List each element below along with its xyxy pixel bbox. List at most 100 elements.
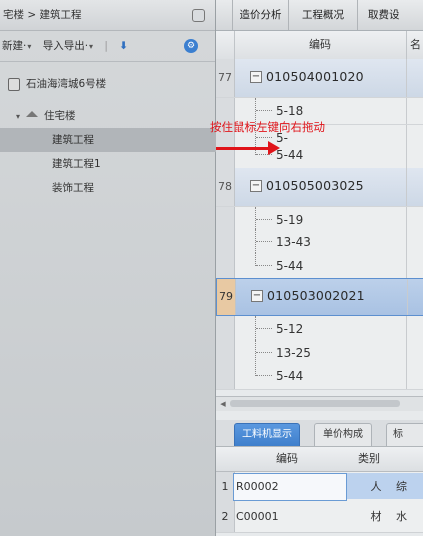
house-icon (26, 111, 38, 117)
resource-row[interactable]: 1 R00002 人 综 (216, 472, 423, 503)
tree-line (256, 241, 272, 242)
name-cell (406, 316, 423, 342)
table-row[interactable]: 78 − 010505003025 (216, 168, 423, 207)
item-code: 010504001020 (266, 69, 364, 84)
collapse-icon[interactable]: ▾ (16, 105, 26, 129)
lock-icon[interactable] (192, 9, 205, 22)
table-row-selected[interactable]: 79 − 010503002021 (216, 278, 423, 316)
name-cell (406, 253, 423, 279)
name-cell (406, 98, 423, 124)
name-cell (406, 229, 423, 255)
table-row[interactable]: 5-44 (216, 253, 423, 280)
tree-line (256, 352, 272, 353)
name-cell (406, 363, 423, 389)
top-tab-bar: 造价分析 工程概况 取费设 (216, 0, 423, 31)
scroll-left-icon[interactable]: ◀ (218, 399, 228, 409)
tree-node-label: 装饰工程 (52, 182, 94, 194)
import-export-menu-button[interactable]: 导入导出· (43, 40, 93, 52)
quota-code: 5-19 (276, 213, 304, 227)
resource-code: R00002 (236, 480, 279, 493)
new-menu-button[interactable]: 新建· (2, 40, 31, 52)
quota-code: 5-12 (276, 322, 304, 336)
resource-name: 综 (396, 480, 407, 493)
arrowhead-icon (268, 141, 280, 155)
tree-node-label: 建筑工程1 (52, 158, 101, 170)
quota-code: 5-44 (276, 259, 304, 273)
tree-line (256, 328, 272, 329)
drag-instruction-annotation: 按住鼠标左键向右拖动 (210, 120, 325, 134)
drag-arrow-icon (216, 147, 270, 150)
resource-type: 材 (370, 510, 382, 523)
boq-panel: 造价分析 工程概况 取费设 编码 名 77 − 010504001020 5-1… (216, 0, 423, 536)
row-number (216, 363, 235, 389)
resource-code: C00001 (236, 510, 279, 523)
name-cell (406, 59, 423, 97)
name-column-header[interactable]: 名 (406, 31, 423, 59)
type-column-header[interactable]: 类别 (358, 447, 380, 471)
table-row[interactable]: 13-43 (216, 229, 423, 256)
collapse-icon[interactable]: − (250, 180, 262, 192)
tab-project-overview[interactable]: 工程概况 (289, 0, 358, 30)
quota-code: 13-43 (276, 235, 311, 249)
tree-node-label: 石油海湾城6号楼 (26, 78, 107, 90)
quota-code: 5-44 (276, 148, 304, 162)
tree-line (256, 137, 272, 138)
tree-line (256, 265, 272, 266)
tab-labor-material-machine[interactable]: 工料机显示 (234, 423, 300, 446)
tab-standard[interactable]: 标 (386, 423, 423, 446)
resource-name: 水 (396, 510, 407, 523)
horizontal-scrollbar[interactable]: ◀ (216, 396, 423, 411)
table-row[interactable]: 77 − 010504001020 (216, 59, 423, 98)
move-down-icon[interactable]: ⬇ (119, 40, 128, 52)
settings-icon[interactable]: ⚙ (184, 39, 198, 53)
tree-node-project[interactable]: 石油海湾城6号楼 (0, 72, 223, 96)
tab-fee-settings[interactable]: 取费设 (358, 0, 423, 30)
name-cell (406, 168, 423, 206)
tree-line (256, 219, 272, 220)
row-number (216, 229, 235, 255)
collapse-icon[interactable]: − (250, 71, 262, 83)
item-code: 010503002021 (267, 288, 365, 303)
name-cell (406, 142, 423, 168)
quota-code: 13-25 (276, 346, 311, 360)
tree-line (256, 375, 272, 376)
row-number: 78 (216, 168, 235, 206)
tab-spacer (216, 0, 233, 30)
row-number (216, 142, 235, 168)
row-number: 77 (216, 59, 235, 97)
resource-row[interactable]: 2 C00001 材 水 (216, 502, 423, 533)
tab-unit-price-composition[interactable]: 单价构成 (314, 423, 372, 446)
resource-type: 人 (370, 480, 382, 493)
tree-toolbar: 新建· 导入导出· | ⬇ ⚙ (0, 31, 215, 62)
row-number (216, 316, 235, 342)
row-number (216, 253, 235, 279)
tree-node-label: 住宅楼 (44, 110, 76, 122)
breadcrumb-text: 宅楼 > 建筑工程 (3, 9, 82, 21)
name-cell (407, 279, 423, 315)
tab-cost-analysis[interactable]: 造价分析 (233, 0, 289, 30)
table-row[interactable]: 5-12 (216, 316, 423, 343)
building-icon (8, 77, 20, 91)
resource-grid-header: 编码 类别 (216, 447, 423, 472)
breadcrumb: 宅楼 > 建筑工程 (0, 0, 215, 31)
grid-header: 编码 名 (216, 31, 423, 60)
tree-node-group[interactable]: ▾ 住宅楼 (0, 104, 231, 128)
bottom-tab-bar: 工料机显示 单价构成 标 (216, 420, 423, 447)
collapse-icon[interactable]: − (251, 290, 263, 302)
scrollbar-thumb[interactable] (230, 400, 400, 407)
code-column-header[interactable]: 编码 (235, 31, 405, 59)
tree-line (255, 229, 256, 255)
tree-node-label: 建筑工程 (52, 134, 94, 146)
table-row[interactable]: 5-44 (216, 363, 423, 390)
row-number: 79 (217, 279, 236, 315)
tree-line (255, 316, 256, 342)
row-number: 2 (216, 502, 235, 532)
item-code: 010505003025 (266, 178, 364, 193)
quota-code: 5-18 (276, 104, 304, 118)
project-tree-panel: 宅楼 > 建筑工程 新建· 导入导出· | ⬇ ⚙ 石油海湾城6号楼 ▾住宅楼 … (0, 0, 267, 536)
code-column-header[interactable]: 编码 (276, 447, 298, 471)
quota-code: 5-44 (276, 369, 304, 383)
toolbar-separator: | (104, 40, 108, 52)
tree-line (256, 110, 272, 111)
row-number-header (216, 31, 235, 59)
